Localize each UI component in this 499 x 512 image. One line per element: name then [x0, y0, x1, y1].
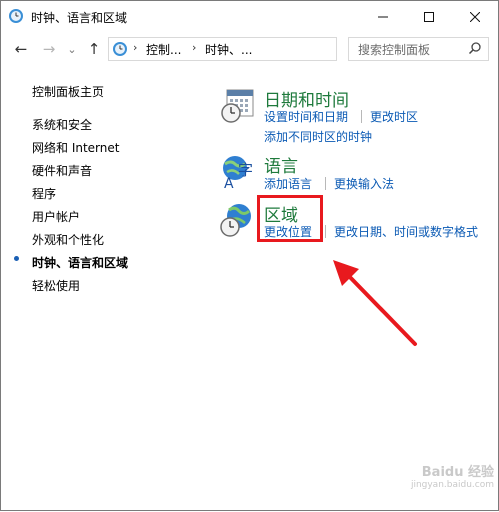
search-box[interactable]: 搜索控制面板: [348, 37, 489, 61]
globe-clock-icon: [220, 204, 251, 237]
minimize-icon: [378, 16, 388, 17]
breadcrumb-clock-language-region[interactable]: 时钟、...: [205, 41, 252, 58]
minimize-button[interactable]: [360, 1, 406, 32]
forward-button[interactable]: →: [40, 40, 58, 58]
up-button[interactable]: ↑: [85, 40, 103, 58]
add-clocks-link[interactable]: 添加不同时区的时钟: [264, 128, 372, 145]
highlight-box: [257, 195, 323, 242]
sidebar-item-programs[interactable]: 程序: [32, 185, 56, 202]
close-icon: [470, 11, 480, 22]
close-button[interactable]: [452, 1, 498, 32]
sidebar-item-appearance[interactable]: 外观和个性化: [32, 231, 104, 248]
link-divider: [361, 110, 362, 123]
chevron-right-icon: ›: [192, 41, 197, 54]
up-arrow-icon: ↑: [87, 40, 101, 58]
forward-arrow-icon: →: [42, 40, 56, 58]
search-icon[interactable]: [468, 41, 482, 55]
change-input-method-link[interactable]: 更换输入法: [334, 175, 394, 192]
clock-globe-icon: [9, 9, 23, 23]
link-divider: [325, 177, 326, 190]
recent-locations-button[interactable]: ⌄: [63, 40, 81, 58]
search-input[interactable]: 搜索控制面板: [358, 41, 430, 58]
change-date-time-format-link[interactable]: 更改日期、时间或数字格式: [334, 223, 478, 240]
chevron-right-icon: ›: [133, 41, 138, 54]
sidebar-item-hardware-sound[interactable]: 硬件和声音: [32, 162, 92, 179]
maximize-button[interactable]: [406, 1, 452, 32]
svg-text:A: A: [224, 176, 234, 190]
set-time-date-link[interactable]: 设置时间和日期: [264, 108, 348, 125]
watermark-subtext: jingyan.baidu.com: [410, 480, 494, 490]
svg-text:字: 字: [238, 161, 253, 179]
watermark-text: Baidu 经验: [421, 465, 494, 480]
baidu-watermark: Baidu 经验 jingyan.baidu.com: [386, 461, 494, 501]
sidebar-item-ease-of-access[interactable]: 轻松使用: [32, 277, 80, 294]
address-bar[interactable]: › 控制... › 时钟、... ⌄ ↻: [108, 37, 436, 61]
title-bar: 时钟、语言和区域: [1, 1, 498, 32]
sidebar-item-clock-language-region[interactable]: 时钟、语言和区域: [32, 254, 128, 271]
navigation-bar: ← → ⌄ ↑ › 控制... › 时钟、... ⌄ ↻: [1, 32, 498, 66]
back-button[interactable]: ←: [12, 40, 30, 58]
clock-globe-icon: [113, 42, 127, 56]
sidebar-item-network-internet[interactable]: 网络和 Internet: [32, 139, 119, 156]
chevron-down-icon: ⌄: [67, 42, 77, 56]
back-arrow-icon: ←: [14, 40, 28, 58]
sidebar-item-user-accounts[interactable]: 用户帐户: [32, 208, 80, 225]
breadcrumb-control-panel[interactable]: 控制...: [146, 41, 181, 58]
control-panel-window: 时钟、语言和区域 ← → ⌄ ↑ › 控制... › 时钟、... 搜索控制面板…: [0, 0, 499, 511]
add-language-link[interactable]: 添加语言: [264, 175, 312, 192]
window-title: 时钟、语言和区域: [31, 11, 128, 25]
link-divider: [325, 225, 326, 238]
maximize-icon: [424, 11, 434, 22]
language-category-title[interactable]: 语言: [264, 152, 298, 177]
sidebar-item-system-security[interactable]: 系统和安全: [32, 116, 92, 133]
sidebar-item-home[interactable]: 控制面板主页: [32, 83, 104, 100]
change-timezone-link[interactable]: 更改时区: [370, 108, 418, 125]
current-page-bullet-icon: [14, 256, 19, 261]
language-icon: 字 A: [223, 156, 253, 190]
calendar-clock-icon: [221, 89, 254, 123]
